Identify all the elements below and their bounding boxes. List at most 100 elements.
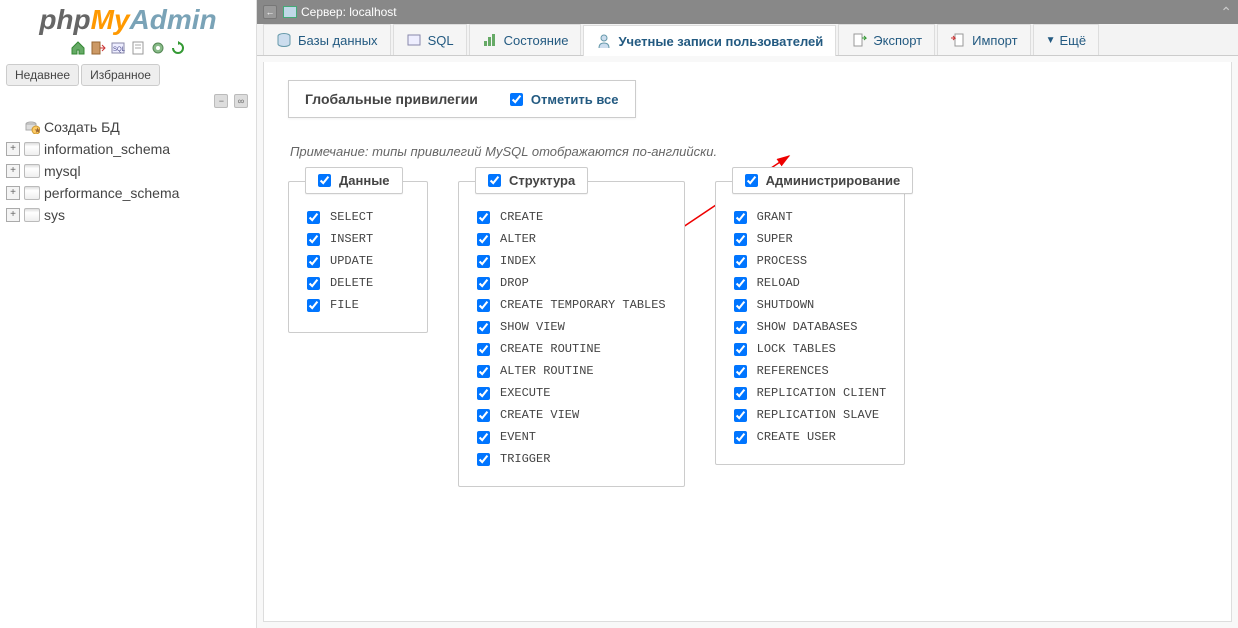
privilege-checkbox[interactable] — [307, 299, 320, 312]
docs-icon[interactable] — [130, 40, 146, 56]
tab-more[interactable]: ▼ Ещё — [1033, 24, 1100, 55]
tab-sql[interactable]: SQL — [393, 24, 467, 55]
privilege-group-header[interactable]: Структура — [475, 167, 588, 194]
privilege-item[interactable]: UPDATE — [307, 250, 409, 272]
privilege-checkbox[interactable] — [307, 277, 320, 290]
tab-databases[interactable]: Базы данных — [263, 24, 391, 55]
home-icon[interactable] — [70, 40, 86, 56]
privilege-item[interactable]: INDEX — [477, 250, 666, 272]
privilege-item[interactable]: REFERENCES — [734, 360, 887, 382]
db-tree-item[interactable]: +performance_schema — [4, 182, 252, 204]
privilege-checkbox[interactable] — [477, 343, 490, 356]
privilege-name: TRIGGER — [500, 452, 550, 466]
privilege-item[interactable]: CREATE ROUTINE — [477, 338, 666, 360]
privilege-item[interactable]: CREATE TEMPORARY TABLES — [477, 294, 666, 316]
reload-icon[interactable] — [170, 40, 186, 56]
check-all-label[interactable]: Отметить все — [494, 82, 635, 117]
privilege-item[interactable]: SHUTDOWN — [734, 294, 887, 316]
tab-import[interactable]: Импорт — [937, 24, 1030, 55]
privilege-checkbox[interactable] — [734, 409, 747, 422]
sql-icon[interactable]: SQL — [110, 40, 126, 56]
svg-text:★: ★ — [34, 126, 40, 134]
tab-status[interactable]: Состояние — [469, 24, 582, 55]
privilege-item[interactable]: SELECT — [307, 206, 409, 228]
privilege-checkbox[interactable] — [477, 365, 490, 378]
privilege-item[interactable]: EXECUTE — [477, 382, 666, 404]
privilege-checkbox[interactable] — [477, 233, 490, 246]
privilege-item[interactable]: ALTER ROUTINE — [477, 360, 666, 382]
privilege-name: ALTER — [500, 232, 536, 246]
privilege-item[interactable]: EVENT — [477, 426, 666, 448]
privilege-checkbox[interactable] — [477, 299, 490, 312]
privilege-item[interactable]: RELOAD — [734, 272, 887, 294]
privilege-checkbox[interactable] — [734, 211, 747, 224]
privilege-checkbox[interactable] — [307, 233, 320, 246]
privilege-item[interactable]: ALTER — [477, 228, 666, 250]
db-tree-item[interactable]: +information_schema — [4, 138, 252, 160]
create-db-link[interactable]: ★ Создать БД — [4, 116, 252, 138]
privilege-checkbox[interactable] — [477, 409, 490, 422]
privilege-item[interactable]: DELETE — [307, 272, 409, 294]
privilege-checkbox[interactable] — [734, 387, 747, 400]
tab-export[interactable]: Экспорт — [838, 24, 935, 55]
privilege-item[interactable]: PROCESS — [734, 250, 887, 272]
privilege-item[interactable]: TRIGGER — [477, 448, 666, 470]
privilege-item[interactable]: LOCK TABLES — [734, 338, 887, 360]
privilege-checkbox[interactable] — [477, 255, 490, 268]
privilege-item[interactable]: SHOW VIEW — [477, 316, 666, 338]
privilege-name: DELETE — [330, 276, 373, 290]
privilege-checkbox[interactable] — [734, 431, 747, 444]
collapse-minus-icon[interactable]: − — [214, 94, 228, 108]
privilege-checkbox[interactable] — [734, 299, 747, 312]
privilege-item[interactable]: CREATE — [477, 206, 666, 228]
privilege-name: LOCK TABLES — [757, 342, 836, 356]
privilege-item[interactable]: SUPER — [734, 228, 887, 250]
collapse-top-icon[interactable]: ⌃ — [1220, 4, 1232, 21]
privilege-checkbox[interactable] — [477, 453, 490, 466]
privilege-checkbox[interactable] — [477, 431, 490, 444]
db-tree-item[interactable]: +mysql — [4, 160, 252, 182]
privilege-checkbox[interactable] — [477, 387, 490, 400]
privilege-group-header[interactable]: Данные — [305, 167, 403, 194]
privilege-checkbox[interactable] — [307, 255, 320, 268]
privilege-checkbox[interactable] — [477, 211, 490, 224]
settings-gear-icon[interactable] — [150, 40, 166, 56]
nav-back-icon[interactable]: ← — [263, 5, 277, 19]
privilege-item[interactable]: FILE — [307, 294, 409, 316]
privilege-checkbox[interactable] — [734, 365, 747, 378]
privilege-name: REFERENCES — [757, 364, 829, 378]
group-checkbox[interactable] — [318, 174, 331, 187]
privilege-checkbox[interactable] — [734, 277, 747, 290]
exit-icon[interactable] — [90, 40, 106, 56]
privilege-item[interactable]: CREATE VIEW — [477, 404, 666, 426]
expand-icon[interactable]: + — [6, 164, 20, 178]
privilege-item[interactable]: CREATE USER — [734, 426, 887, 448]
privilege-checkbox[interactable] — [734, 343, 747, 356]
privilege-checkbox[interactable] — [734, 321, 747, 334]
tab-favorites[interactable]: Избранное — [81, 64, 160, 86]
link-icon[interactable]: ∞ — [234, 94, 248, 108]
group-checkbox[interactable] — [488, 174, 501, 187]
group-checkbox[interactable] — [745, 174, 758, 187]
privilege-item[interactable]: REPLICATION SLAVE — [734, 404, 887, 426]
privilege-checkbox[interactable] — [477, 277, 490, 290]
privilege-checkbox[interactable] — [734, 233, 747, 246]
expand-icon[interactable]: + — [6, 142, 20, 156]
privilege-checkbox[interactable] — [734, 255, 747, 268]
expand-icon[interactable]: + — [6, 208, 20, 222]
sidebar-collapse-controls: − ∞ — [0, 88, 256, 110]
privilege-item[interactable]: DROP — [477, 272, 666, 294]
check-all-checkbox[interactable] — [510, 93, 523, 106]
privilege-item[interactable]: REPLICATION CLIENT — [734, 382, 887, 404]
privilege-group-header[interactable]: Администрирование — [732, 167, 914, 194]
tab-users[interactable]: Учетные записи пользователей — [583, 25, 836, 56]
privilege-checkbox[interactable] — [477, 321, 490, 334]
privilege-item[interactable]: SHOW DATABASES — [734, 316, 887, 338]
db-tree-item[interactable]: +sys — [4, 204, 252, 226]
privilege-item[interactable]: INSERT — [307, 228, 409, 250]
privilege-item[interactable]: GRANT — [734, 206, 887, 228]
import-icon — [950, 32, 966, 48]
privilege-checkbox[interactable] — [307, 211, 320, 224]
expand-icon[interactable]: + — [6, 186, 20, 200]
tab-recent[interactable]: Недавнее — [6, 64, 79, 86]
